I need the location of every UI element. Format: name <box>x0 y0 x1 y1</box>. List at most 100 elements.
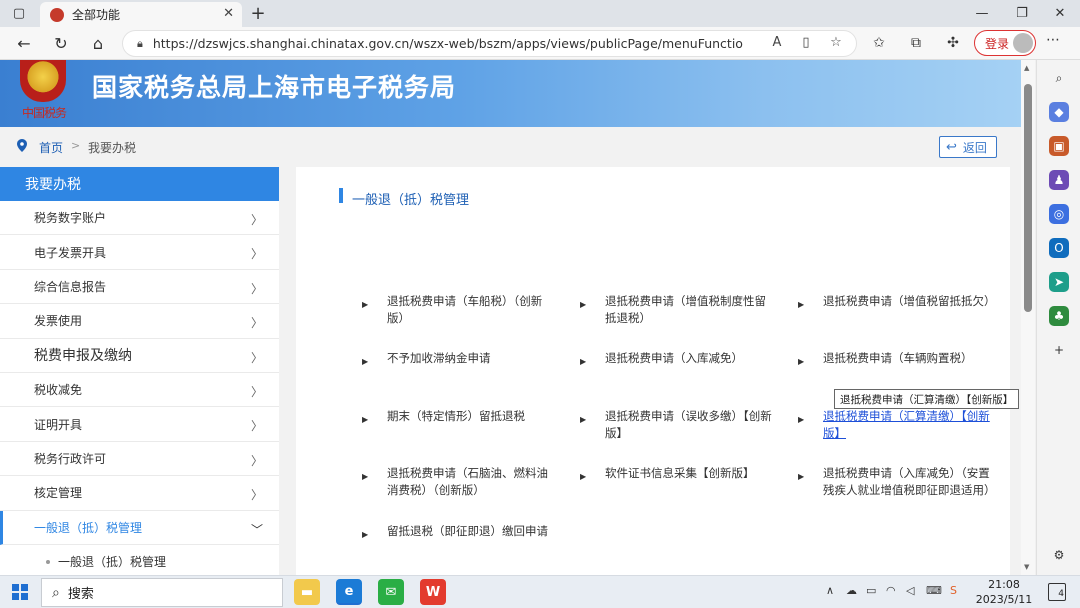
windows-start-icon[interactable] <box>12 584 28 600</box>
office-icon[interactable]: ◎ <box>1049 204 1069 224</box>
games-icon[interactable]: ♟ <box>1049 170 1069 190</box>
edge-browser-icon[interactable]: e <box>336 579 362 605</box>
more-icon[interactable]: ⋯ <box>1046 32 1060 48</box>
taskbar-search-box[interactable]: ⌕ 搜索 <box>41 578 283 607</box>
page-scrollbar[interactable]: ▲ ▼ <box>1021 60 1035 575</box>
lock-icon[interactable]: 🔒︎ <box>137 37 143 51</box>
breadcrumb-current: 我要办税 <box>88 141 137 155</box>
function-item[interactable]: ▶ 退抵税费申请（误收多缴）【创新版】 <box>580 408 775 442</box>
cloud-icon[interactable]: ☁ <box>846 584 857 597</box>
function-item[interactable]: ▶ 软件证书信息采集【创新版】 <box>580 465 775 482</box>
taskbar-clock[interactable]: 21:08 2023/5/11 <box>974 577 1034 607</box>
function-item[interactable]: ▶ 留抵退税（即征即退）缴回申请 <box>362 523 557 540</box>
function-item[interactable]: ▶ 退抵税费申请（入库减免）（安置残疾人就业增值税即征即退适用） <box>798 465 996 499</box>
login-button[interactable]: 登录 <box>974 30 1036 56</box>
favorites-icon[interactable]: ✩ <box>868 33 890 53</box>
reader-view-icon[interactable]: ▯ <box>796 33 816 51</box>
function-item-label: 软件证书信息采集【创新版】 <box>605 466 755 480</box>
function-item[interactable]: ▶ 期末（特定情形）留抵退税 <box>362 408 557 425</box>
site-banner: 中国税务 国家税务总局上海市电子税务局 <box>0 60 1021 127</box>
sidebar-subitem-refund-management[interactable]: 一般退（抵）税管理 <box>0 545 279 575</box>
sidebar-item-label: 发票使用 <box>34 314 83 329</box>
function-item[interactable]: ▶ 退抵税费申请（车辆购置税） <box>798 350 993 367</box>
sidebar-item-label: 一般退（抵）税管理 <box>34 520 143 535</box>
function-item[interactable]: ▶ 退抵税费申请（增值税留抵抵欠） <box>798 293 996 310</box>
function-item[interactable]: ▶ 退抵税费申请（车船税）（创新版） <box>362 293 557 327</box>
new-tab-icon[interactable]: + <box>248 2 268 24</box>
function-item[interactable]: ▶ 退抵税费申请（增值税制度性留抵退税） <box>580 293 775 327</box>
window-close-icon[interactable]: ✕ <box>1048 3 1072 23</box>
triangle-bullet-icon: ▶ <box>798 300 805 309</box>
outlook-icon[interactable]: O <box>1049 238 1069 258</box>
read-aloud-icon[interactable]: A <box>767 33 787 51</box>
add-icon[interactable]: + <box>1049 340 1069 360</box>
wps-icon[interactable]: W <box>420 579 446 605</box>
sidebar-item-tax-digital-account[interactable]: 税务数字账户 〉 <box>0 201 279 236</box>
sidebar-item-invoice-use[interactable]: 发票使用 〉 <box>0 304 279 339</box>
sidebar-item-label: 税收减免 <box>34 383 83 398</box>
hover-tooltip: 退抵税费申请（汇算清缴）【创新版】 <box>834 389 1020 409</box>
sidebar-item-e-invoice-issue[interactable]: 电子发票开具 〉 <box>0 235 279 270</box>
sidebar-item-certificate[interactable]: 证明开具 〉 <box>0 407 279 442</box>
triangle-bullet-icon: ▶ <box>580 300 587 309</box>
triangle-bullet-icon: ▶ <box>798 357 805 366</box>
sidebar-subitem-label: 一般退（抵）税管理 <box>58 555 167 570</box>
file-explorer-icon[interactable]: ▬ <box>294 579 320 605</box>
function-item-label: 退抵税费申请（增值税留抵抵欠） <box>823 294 996 308</box>
address-bar[interactable]: 🔒︎ https://dzswjcs.shanghai.chinatax.gov… <box>122 30 857 57</box>
shopping-tag-icon[interactable]: ◆ <box>1049 102 1069 122</box>
sidebar-item-refund-management[interactable]: 一般退（抵）税管理 ﹀ <box>0 510 279 545</box>
minimize-icon[interactable]: — <box>970 3 994 23</box>
function-item-label: 留抵退税（即征即退）缴回申请 <box>387 524 548 538</box>
antivirus-icon[interactable]: S <box>950 584 957 597</box>
tools-icon[interactable]: ▣ <box>1049 136 1069 156</box>
triangle-bullet-icon: ▶ <box>580 357 587 366</box>
sidebar-item-label: 证明开具 <box>34 417 83 432</box>
tab-actions-icon[interactable]: ▢ <box>8 4 30 22</box>
battery-icon[interactable]: ▭ <box>866 584 876 597</box>
extensions-icon[interactable]: ✣ <box>942 33 964 53</box>
site-title: 国家税务总局上海市电子税务局 <box>92 73 457 102</box>
sidebar-item-admin-license[interactable]: 税务行政许可 〉 <box>0 442 279 477</box>
return-button[interactable]: ↩ 返回 <box>939 136 997 158</box>
section-accent-bar <box>339 188 343 203</box>
gear-icon[interactable]: ⚙ <box>1049 545 1069 565</box>
ime-icon[interactable]: ⌨ <box>926 584 942 597</box>
return-arrow-icon: ↩ <box>946 139 957 155</box>
function-item[interactable]: ▶ 退抵税费申请（石脑油、燃料油消费税）（创新版） <box>362 465 557 499</box>
breadcrumb-home-link[interactable]: 首页 <box>39 139 63 156</box>
notification-icon[interactable]: 4 <box>1048 583 1066 601</box>
tray-expand-icon[interactable]: ∧ <box>826 584 834 597</box>
triangle-bullet-icon: ▶ <box>362 415 369 424</box>
refresh-icon[interactable]: ↻ <box>49 32 73 54</box>
back-arrow-icon[interactable]: ← <box>12 32 36 54</box>
sidebar-item-verification[interactable]: 核定管理 〉 <box>0 476 279 511</box>
scrollbar-thumb[interactable] <box>1024 84 1032 312</box>
avatar <box>1013 33 1033 53</box>
function-item[interactable]: ▶ 不予加收滞纳金申请 <box>362 350 557 367</box>
triangle-bullet-icon: ▶ <box>362 300 369 309</box>
volume-icon[interactable]: ◁ <box>906 584 914 597</box>
function-item[interactable]: ▶ 退抵税费申请（入库减免） <box>580 350 775 367</box>
send-icon[interactable]: ➤ <box>1049 272 1069 292</box>
home-icon[interactable]: ⌂ <box>86 32 110 54</box>
sidebar-item-tax-declaration[interactable]: 税费申报及缴纳 〉 <box>0 339 279 373</box>
favorite-star-icon[interactable]: ☆ <box>826 33 846 51</box>
left-sidebar: 我要办税 税务数字账户〉 电子发票开具〉 综合信息报告〉 发票使用〉 税费申报及… <box>0 167 279 575</box>
browser-tab[interactable]: 全部功能 ✕ <box>40 2 242 27</box>
restore-icon[interactable]: ❐ <box>1010 3 1034 23</box>
sidebar-item-info-report[interactable]: 综合信息报告 〉 <box>0 270 279 305</box>
search-icon[interactable]: ⌕ <box>1049 68 1069 88</box>
function-item-label: 期末（特定情形）留抵退税 <box>387 409 525 423</box>
sidebar-item-tax-relief[interactable]: 税收减免 〉 <box>0 373 279 408</box>
collections-icon[interactable]: ⧉ <box>905 33 927 53</box>
scroll-up-icon[interactable]: ▲ <box>1024 64 1029 72</box>
close-icon[interactable]: ✕ <box>223 6 234 21</box>
tree-icon[interactable]: ♣ <box>1049 306 1069 326</box>
wifi-icon[interactable]: ◠ <box>886 584 896 597</box>
chevron-right-icon: 〉 <box>250 247 263 262</box>
url-text[interactable]: https://dzswjcs.shanghai.chinatax.gov.cn… <box>153 36 743 51</box>
wechat-icon[interactable]: ✉ <box>378 579 404 605</box>
scroll-down-icon[interactable]: ▼ <box>1024 563 1029 571</box>
function-item-hovered[interactable]: ▶ 退抵税费申请（汇算清缴）【创新版】 <box>798 408 993 442</box>
